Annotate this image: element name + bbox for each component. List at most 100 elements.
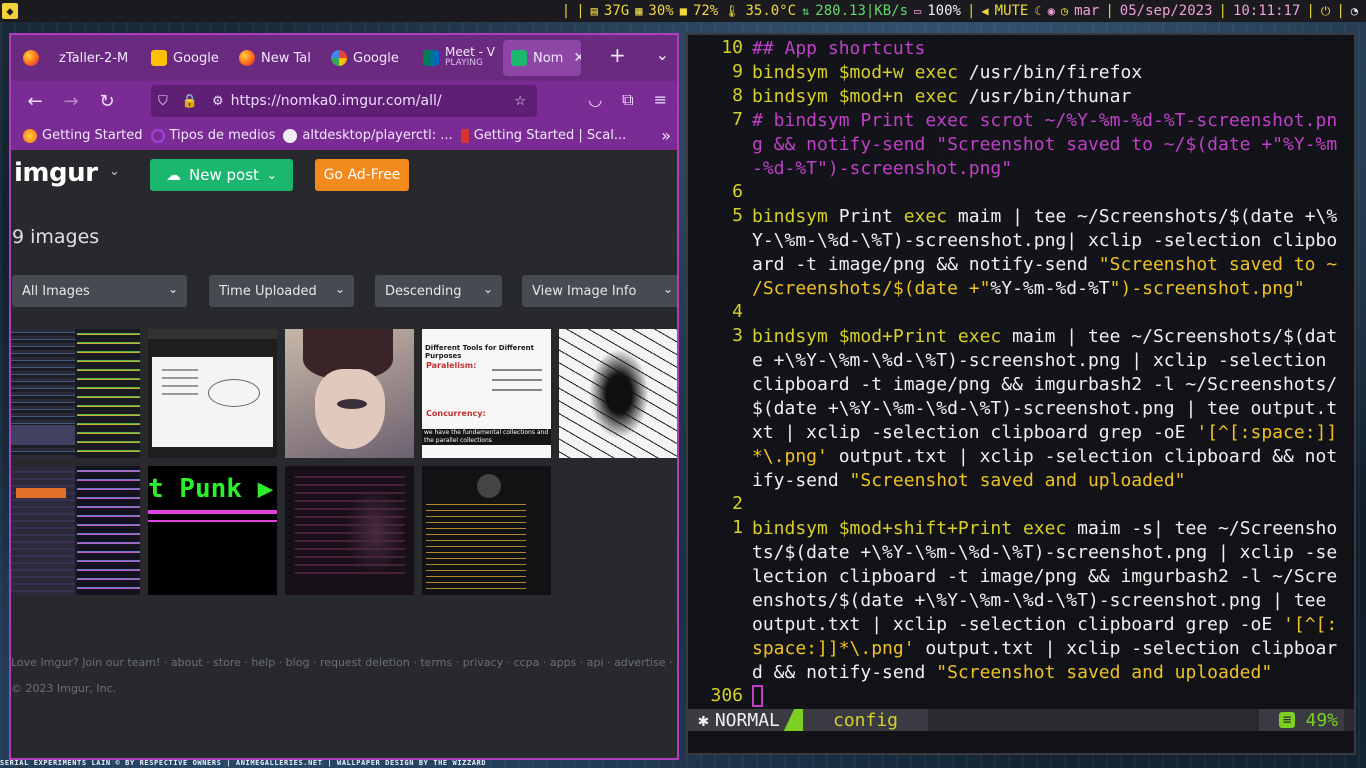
- image-thumbnail[interactable]: [559, 329, 677, 458]
- url-text[interactable]: https://nomka0.imgur.com/all/: [231, 93, 442, 109]
- tab-label: zTaller-2-M: [59, 50, 129, 66]
- date: 05/sep/2023: [1119, 3, 1213, 19]
- code-token: bindsym $mod+Print: [752, 326, 958, 347]
- image-thumbnail[interactable]: [285, 466, 414, 595]
- firefox-icon: [239, 50, 255, 66]
- network-icon: ⇅: [802, 4, 810, 18]
- imgur-page: imgur ⌄ ☁ New post ⌄ Go Ad-Free 9 images…: [11, 150, 677, 758]
- tab-label: Nom: [533, 50, 564, 66]
- line-number: 10: [721, 37, 743, 58]
- volume-status[interactable]: MUTE: [995, 3, 1029, 19]
- code-token: ")-screenshot.png": [1109, 278, 1305, 299]
- image-thumbnail[interactable]: [11, 329, 140, 458]
- bookmark-label: altdesktop/playerctl: ...: [302, 128, 453, 143]
- line-number: 2: [732, 493, 743, 514]
- code-token: bindsym: [752, 206, 839, 227]
- close-tab-icon[interactable]: ✕: [573, 50, 581, 66]
- address-bar[interactable]: ⛉ 🔒 ⚙ https://nomka0.imgur.com/all/ ☆: [151, 85, 537, 117]
- day-of-week: mar: [1074, 3, 1100, 19]
- image-thumbnail[interactable]: [422, 466, 551, 595]
- tab-new-tab[interactable]: New Tal: [231, 40, 323, 76]
- back-icon[interactable]: ←: [17, 91, 53, 112]
- line-text: bindsym $mod+shift+Print exec maim -s| t…: [752, 517, 1348, 685]
- disk-usage: 37G: [603, 3, 630, 19]
- distro-logo-icon[interactable]: ◆: [2, 3, 18, 19]
- chevron-down-icon: ⌄: [266, 168, 277, 182]
- terminal-vim-window[interactable]: 10 ## App shortcuts 9 bindsym $mod+w exec /…: [686, 33, 1356, 755]
- chevron-down-icon[interactable]: ⌄: [109, 164, 120, 179]
- wifi-icon[interactable]: ◔: [1351, 4, 1358, 18]
- firefox-window: zTaller-2-M Google New Tal Google Meet -…: [9, 33, 679, 760]
- image-thumbnail[interactable]: [11, 466, 140, 595]
- firefox-view-button[interactable]: [11, 40, 51, 76]
- bookmark-getting-started[interactable]: Getting Started: [23, 128, 143, 143]
- line-number: 4: [732, 301, 743, 322]
- bookmark-label: Getting Started: [42, 128, 143, 143]
- pocket-icon[interactable]: ◡: [588, 90, 602, 110]
- github-icon: [283, 128, 298, 143]
- bookmarks-toolbar: Getting Started Tipos de medios altdeskt…: [11, 121, 677, 150]
- tab-imgur-active[interactable]: Nom ✕: [503, 40, 581, 76]
- line-text: ## App shortcuts: [752, 37, 1348, 61]
- tab-ztaller[interactable]: zTaller-2-M: [51, 40, 143, 76]
- tab-gmail[interactable]: Google: [143, 40, 231, 76]
- scala-icon: [460, 128, 469, 143]
- tab-label: New Tal: [261, 50, 311, 66]
- new-tab-button[interactable]: +: [609, 45, 626, 65]
- power-icon[interactable]: ⏻: [1321, 4, 1331, 19]
- footer-links[interactable]: Love Imgur? Join our team! · about · sto…: [11, 656, 677, 669]
- sort-by-select[interactable]: Time Uploaded ⌄: [209, 275, 354, 307]
- thumbnail-text: Paralelism:: [426, 361, 477, 370]
- filter-images-select[interactable]: All Images ⌄: [12, 275, 187, 307]
- select-value: View Image Info: [532, 283, 637, 299]
- bookmark-playerctl[interactable]: altdesktop/playerctl: ...: [283, 128, 453, 143]
- more-bookmarks-icon[interactable]: »: [661, 126, 671, 145]
- new-post-button[interactable]: ☁ New post ⌄: [150, 159, 293, 191]
- image-thumbnail[interactable]: t Punk ▶: [148, 466, 277, 595]
- tab-google[interactable]: Google: [323, 40, 415, 76]
- chevron-down-icon: ⌄: [167, 282, 178, 296]
- vim-percent: 49%: [1305, 709, 1338, 731]
- text-cursor: [752, 685, 763, 707]
- lock-icon[interactable]: 🔒: [182, 94, 198, 109]
- code-token: # bindsym Print exec scrot ~/%Y-%m-%d-%T…: [752, 110, 1338, 179]
- tab-meet[interactable]: Meet - V PLAYING: [415, 40, 503, 76]
- google-icon: [331, 50, 347, 66]
- bookmark-scala[interactable]: Getting Started | Scal...: [460, 128, 627, 143]
- image-thumbnail[interactable]: [148, 329, 277, 458]
- reload-icon[interactable]: ↻: [89, 91, 125, 112]
- thumbnail-text: Concurrency:: [426, 409, 486, 418]
- chevron-down-icon: ⌄: [482, 282, 493, 296]
- wallpaper-caption: SERIAL EXPERIMENTS LAIN © BY RESPECTIVE …: [0, 759, 487, 767]
- memory-usage: 72%: [692, 3, 719, 19]
- menu-icon[interactable]: ≡: [654, 90, 667, 110]
- extensions-icon[interactable]: ⧉: [622, 90, 633, 110]
- line-number: 1: [732, 517, 743, 538]
- vim-filename: config: [803, 709, 928, 731]
- mode-icon: ✱: [698, 709, 709, 731]
- imgur-icon: [511, 50, 527, 66]
- view-image-info-select[interactable]: View Image Info ⌄: [522, 275, 677, 307]
- code-token: ## App shortcuts: [752, 38, 926, 59]
- firefox-icon: [23, 128, 37, 143]
- code-token: %Y-%m-%d-%T: [990, 278, 1110, 299]
- image-count: 9 images: [12, 226, 100, 248]
- code-token: bindsym $mod+n: [752, 86, 915, 107]
- chevron-down-icon: ⌄: [662, 282, 673, 296]
- bookmark-tipos-de-medios[interactable]: Tipos de medios: [150, 128, 275, 143]
- bookmark-label: Getting Started | Scal...: [473, 128, 627, 143]
- list-all-tabs-icon[interactable]: ⌄: [656, 45, 669, 64]
- line-text: bindsym $mod+Print exec maim | tee ~/Scr…: [752, 325, 1348, 493]
- temperature-icon: 🌡: [724, 4, 740, 18]
- shield-icon[interactable]: ⛉: [158, 94, 168, 109]
- image-thumbnail[interactable]: [285, 329, 414, 458]
- go-ad-free-button[interactable]: Go Ad-Free: [315, 159, 409, 191]
- imgur-logo[interactable]: imgur: [14, 158, 98, 188]
- line-number: 7: [732, 109, 743, 130]
- image-thumbnail[interactable]: Different Tools for Different Purposes P…: [422, 329, 551, 458]
- forward-icon[interactable]: →: [53, 91, 89, 112]
- order-select[interactable]: Descending ⌄: [375, 275, 502, 307]
- permissions-icon[interactable]: ⚙: [212, 94, 224, 109]
- bookmark-star-icon[interactable]: ☆: [514, 94, 526, 109]
- select-value: Time Uploaded: [219, 283, 317, 299]
